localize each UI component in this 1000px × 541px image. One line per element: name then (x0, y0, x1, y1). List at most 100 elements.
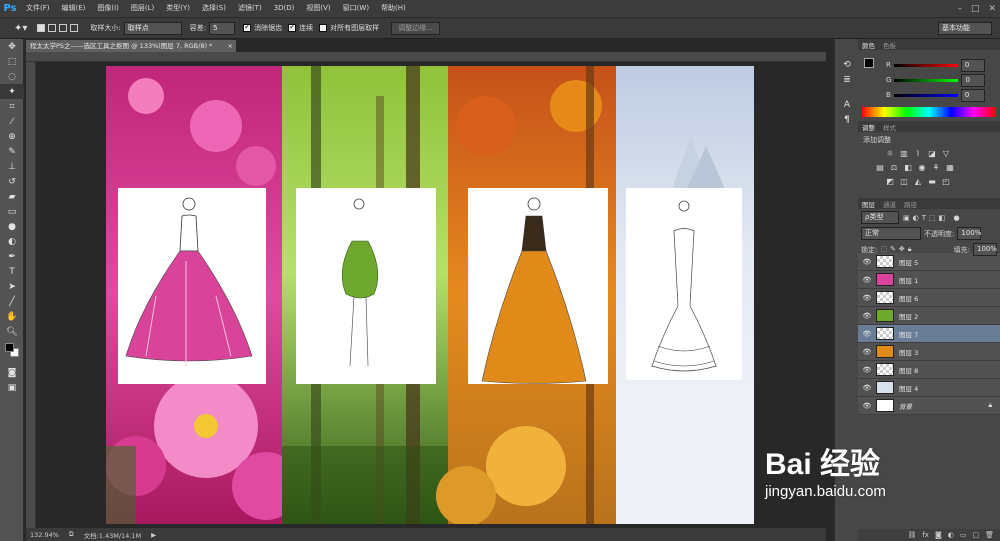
channel-mixer-icon[interactable]: ⚘ (931, 163, 941, 172)
menu-edit[interactable]: 编辑(E) (56, 0, 92, 17)
levels-icon[interactable]: ▥ (899, 149, 909, 158)
screen-mode-icon[interactable]: ▣ (0, 380, 24, 395)
eye-icon[interactable]: 👁︎ (858, 348, 876, 356)
color-swatches-icon[interactable] (0, 339, 24, 365)
path-selection-tool-icon[interactable]: ➤ (0, 279, 24, 294)
healing-brush-tool-icon[interactable]: ⊕ (0, 129, 24, 144)
document-canvas[interactable] (106, 66, 754, 524)
blend-mode-select[interactable]: 正常 (861, 227, 921, 240)
layer-row[interactable]: 👁︎ 图层 4 (858, 379, 1000, 397)
blur-tool-icon[interactable]: ● (0, 219, 24, 234)
trash-icon[interactable]: 🗑︎ (985, 531, 994, 539)
move-tool-icon[interactable]: ✥ (0, 39, 24, 54)
history-brush-tool-icon[interactable]: ↺ (0, 174, 24, 189)
close-tab-icon[interactable]: × (228, 40, 233, 52)
fx-icon[interactable]: fx (922, 531, 929, 539)
menu-3d[interactable]: 3D(D) (268, 0, 301, 17)
layer-row[interactable]: 👁︎ 图层 3 (858, 343, 1000, 361)
black-white-icon[interactable]: ◧ (903, 163, 913, 172)
hue-saturation-icon[interactable]: ▤ (875, 163, 885, 172)
zoom-tool-icon[interactable]: 🔍︎ (0, 324, 24, 339)
layer-row[interactable]: 👁︎ 图层 2 (858, 307, 1000, 325)
mask-icon[interactable]: ◙ (935, 531, 942, 539)
fill-input[interactable]: 100% (973, 243, 997, 256)
tab-adjustments[interactable]: 调整 (862, 122, 875, 132)
b-value[interactable]: 0 (960, 88, 985, 102)
photo-filter-icon[interactable]: ◉ (917, 163, 927, 172)
brush-tool-icon[interactable]: ✎ (0, 144, 24, 159)
group-icon[interactable]: ▭ (960, 531, 967, 539)
gradient-tool-icon[interactable]: ▭ (0, 204, 24, 219)
menu-help[interactable]: 帮助(H) (375, 0, 412, 17)
tool-preset-icon[interactable]: ✦▾ (14, 23, 27, 34)
color-spectrum[interactable] (862, 107, 996, 117)
eye-icon[interactable]: 👁︎ (858, 312, 876, 320)
threshold-icon[interactable]: ◭ (913, 177, 923, 186)
eyedropper-tool-icon[interactable]: ⁄ (0, 114, 24, 129)
menu-type[interactable]: 类型(Y) (160, 0, 196, 17)
menu-window[interactable]: 窗口(W) (337, 0, 375, 17)
eye-icon[interactable]: 👁︎ (858, 276, 876, 284)
invert-icon[interactable]: ◩ (885, 177, 895, 186)
marquee-tool-icon[interactable]: ⬚ (0, 54, 24, 69)
color-balance-icon[interactable]: ⚖ (889, 163, 899, 172)
tab-styles[interactable]: 样式 (883, 122, 896, 132)
tab-paths[interactable]: 路径 (904, 199, 917, 209)
gradient-map-icon[interactable]: ▬ (927, 177, 937, 186)
link-icon[interactable]: ⛓︎ (907, 531, 916, 539)
layer-filter-select[interactable]: ρ类型 (861, 211, 899, 224)
minimize-icon[interactable]: – (957, 4, 962, 14)
exposure-icon[interactable]: ◪ (927, 149, 937, 158)
shape-tool-icon[interactable]: ╱ (0, 294, 24, 309)
status-arrow-icon[interactable]: ▶ (151, 531, 156, 539)
menu-file[interactable]: 文件(F) (20, 0, 56, 17)
tolerance-input[interactable]: 5 (209, 21, 236, 35)
g-value[interactable]: 0 (961, 73, 986, 87)
filter-icons[interactable]: ▣◐T⬚◧ ● (903, 214, 963, 222)
history-panel-icon[interactable]: ⟲ (835, 57, 859, 72)
zoom-level[interactable]: 132.94% (30, 531, 59, 539)
crop-tool-icon[interactable]: ⌗ (0, 99, 24, 114)
menu-select[interactable]: 选择(S) (196, 0, 232, 17)
eye-icon[interactable]: 👁︎ (858, 294, 876, 302)
posterize-icon[interactable]: ◫ (899, 177, 909, 186)
sample-size-select[interactable]: 取样点 (123, 21, 182, 35)
close-icon[interactable]: ✕ (988, 4, 996, 14)
magic-wand-tool-icon[interactable]: ✦ (0, 84, 24, 99)
eye-icon[interactable]: 👁︎ (858, 384, 876, 392)
clone-stamp-tool-icon[interactable]: ⊥ (0, 159, 24, 174)
tab-color[interactable]: 颜色 (862, 40, 875, 50)
vibrance-icon[interactable]: ▽ (941, 149, 951, 158)
r-value[interactable]: 0 (960, 58, 985, 72)
menu-image[interactable]: 图像(I) (91, 0, 125, 17)
tab-layers[interactable]: 图层 (862, 199, 875, 209)
eye-icon[interactable]: 👁︎ (858, 330, 876, 338)
foreground-color-icon[interactable] (864, 58, 874, 68)
opacity-input[interactable]: 100% (957, 227, 981, 240)
pen-tool-icon[interactable]: ✒ (0, 249, 24, 264)
properties-panel-icon[interactable]: ≣ (835, 72, 859, 87)
hand-tool-icon[interactable]: ✋ (0, 309, 24, 324)
lock-icons[interactable]: ⬚✎✥🔒︎ (880, 245, 914, 254)
eye-icon[interactable]: 👁︎ (858, 402, 876, 410)
export-icon[interactable]: ⧉ (69, 530, 74, 539)
lasso-tool-icon[interactable]: ◌ (0, 69, 24, 84)
layer-row[interactable]: 👁︎ 图层 6 (858, 289, 1000, 307)
character-panel-icon[interactable]: A (835, 97, 859, 112)
layer-row[interactable]: 👁︎ 图层 8 (858, 361, 1000, 379)
sample-all-layers-checkbox[interactable] (319, 24, 328, 32)
paragraph-panel-icon[interactable]: ¶ (835, 112, 859, 127)
menu-filter[interactable]: 滤镜(T) (232, 0, 268, 17)
b-slider[interactable] (893, 93, 958, 97)
color-lookup-icon[interactable]: ▦ (945, 163, 955, 172)
selective-color-icon[interactable]: ◰ (941, 177, 951, 186)
new-layer-icon[interactable]: ▢ (972, 531, 979, 539)
eye-icon[interactable]: 👁︎ (858, 258, 876, 266)
r-slider[interactable] (893, 63, 958, 67)
antialias-checkbox[interactable] (243, 22, 252, 32)
g-slider[interactable] (894, 78, 959, 82)
refine-edge-button[interactable]: 调整边缘... (391, 21, 440, 35)
selection-mode-icons[interactable] (37, 24, 79, 32)
tab-channels[interactable]: 通道 (883, 199, 896, 209)
tab-swatches[interactable]: 色板 (883, 40, 896, 50)
